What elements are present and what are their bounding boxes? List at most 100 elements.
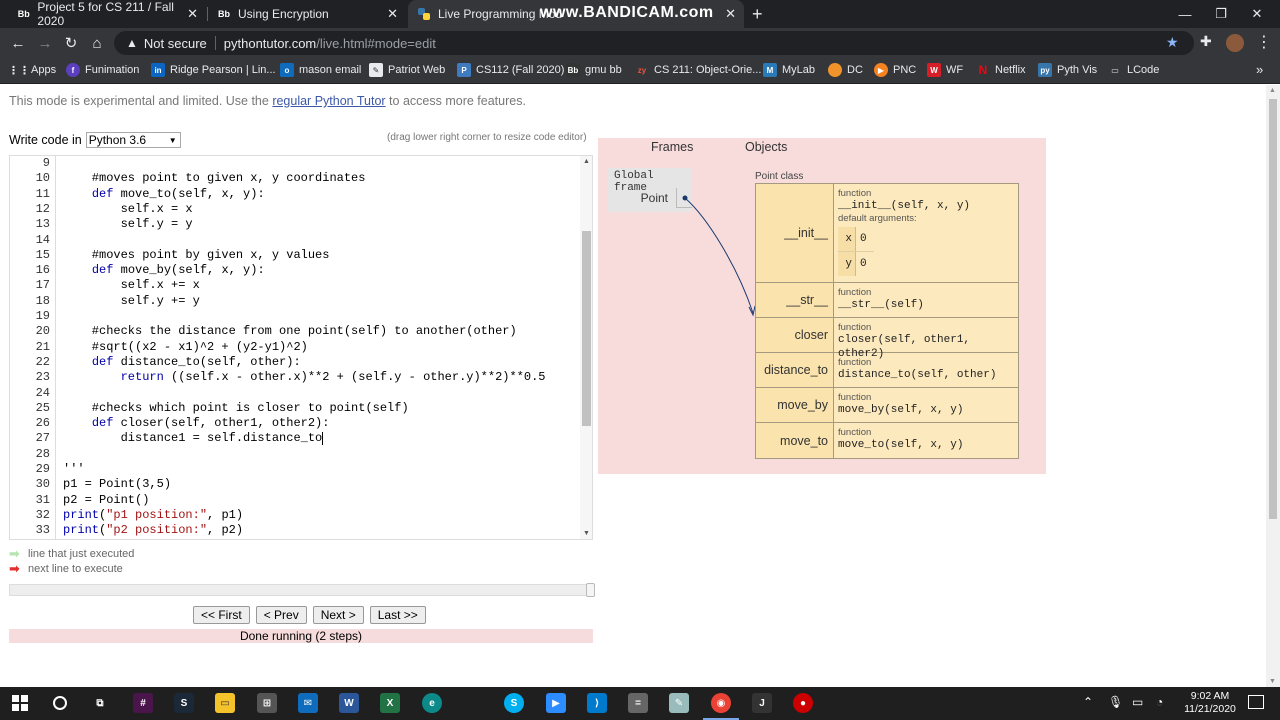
bookmarks-overflow-icon[interactable]: » (1256, 62, 1263, 77)
close-tab-icon[interactable]: ✕ (387, 6, 398, 22)
bookmark-netflix[interactable]: N Netflix (976, 63, 1026, 77)
line-number: 25 (35, 400, 50, 415)
bookmark-star-icon[interactable]: ★ (1166, 34, 1179, 51)
bookmark-cs112[interactable]: P CS112 (Fall 2020) (457, 63, 564, 77)
notification-center-icon[interactable] (1248, 695, 1264, 709)
code-line: 27 distance1 = self.distance_to (10, 431, 580, 446)
vscode-icon[interactable]: ⟩ (587, 693, 607, 713)
line-number: 22 (35, 354, 50, 369)
skype-icon[interactable]: S (504, 693, 524, 713)
profile-avatar[interactable] (1226, 34, 1244, 52)
steam-icon[interactable]: S (174, 693, 194, 713)
battery-icon[interactable]: ▭ (1132, 695, 1143, 709)
blackboard-icon: Bb (17, 9, 30, 19)
bookmark-dc[interactable]: DC (828, 63, 863, 77)
editor-scroll-thumb[interactable] (582, 231, 591, 426)
warning-triangle-icon[interactable]: ▲ (126, 36, 138, 50)
address-bar[interactable]: ▲ Not secure pythontutor.com/live.html#m… (114, 31, 1194, 55)
legend-executed: ➡ line that just executed (9, 546, 135, 561)
search-circle-icon[interactable] (50, 693, 70, 713)
first-button[interactable]: << First (193, 606, 250, 624)
bookmark-lcode[interactable]: ▭ LCode (1108, 63, 1159, 77)
close-window-icon[interactable]: ✕ (1234, 0, 1280, 28)
bookmark-cs211[interactable]: zy CS 211: Object-Orie... (635, 63, 762, 77)
close-tab-icon[interactable]: ✕ (725, 6, 736, 22)
line-number: 27 (35, 431, 50, 446)
bookmark-pyth-vis[interactable]: py Pyth Vis (1038, 63, 1097, 77)
code-line: 14 (10, 233, 580, 248)
slider-handle[interactable] (586, 583, 595, 597)
linkedin-icon: in (151, 63, 165, 77)
zoom-icon[interactable]: ▶ (546, 693, 566, 713)
bookmark-apps[interactable]: ⋮⋮ Apps (8, 63, 56, 77)
bookmark-patriot-web[interactable]: ✎ Patriot Web (369, 63, 445, 77)
line-number: 16 (35, 263, 50, 278)
execution-slider[interactable] (9, 583, 595, 597)
python-icon (416, 6, 432, 22)
code-line: 17 self.x += x (10, 278, 580, 293)
file-explorer-icon[interactable]: ▭ (215, 693, 235, 713)
bandicam-record-icon[interactable]: ● (793, 693, 813, 713)
line-number: 28 (35, 446, 50, 461)
page-scroll-thumb[interactable] (1269, 99, 1277, 519)
next-button[interactable]: Next > (312, 606, 364, 624)
scroll-down-arrow-icon[interactable]: ▼ (1269, 678, 1276, 685)
menu-kebab-icon[interactable]: ⋮ (1256, 32, 1272, 52)
last-button[interactable]: Last >> (369, 606, 426, 624)
piazza-icon: P (457, 63, 471, 77)
mail-icon[interactable]: ✉ (298, 693, 318, 713)
editor-scrollbar[interactable]: ▲ ▼ (580, 156, 592, 539)
line-text: p2 = Point() (63, 492, 150, 507)
bookmark-funimation[interactable]: f Funimation (66, 63, 139, 77)
scroll-up-arrow-icon[interactable]: ▲ (583, 158, 590, 165)
jgrasp-icon[interactable]: J (752, 693, 772, 713)
microphone-icon[interactable]: 🎙 (1108, 695, 1123, 709)
code-line: 16 def move_by(self, x, y): (10, 263, 580, 278)
store-icon[interactable]: ⊞ (257, 693, 277, 713)
tray-chevron-icon[interactable]: ⌃ (1083, 695, 1093, 709)
close-tab-icon[interactable]: ✕ (187, 6, 198, 22)
word-icon[interactable]: W (339, 693, 359, 713)
chevron-down-icon: ▼ (168, 135, 177, 145)
system-clock[interactable]: 9:02 AM 11/21/2020 (1180, 690, 1240, 716)
slack-icon[interactable]: # (133, 693, 153, 713)
windows-start-icon[interactable] (10, 693, 30, 713)
chrome-icon[interactable]: ◉ (711, 693, 731, 713)
code-line: 31 p2 = Point() (10, 493, 580, 508)
edge-icon[interactable]: e (422, 693, 442, 713)
prev-button[interactable]: < Prev (255, 606, 307, 624)
calculator-icon[interactable]: = (628, 693, 648, 713)
wifi-icon[interactable]: ◔ (1156, 695, 1163, 709)
bookmark-pnc[interactable]: ▶ PNC (874, 63, 916, 77)
reload-icon[interactable]: ↻ (60, 32, 82, 54)
home-icon[interactable]: ⌂ (86, 32, 108, 54)
code-editor[interactable]: 9 10 #moves point to given x, y coordinat… (9, 155, 593, 540)
forward-arrow-icon[interactable]: → (34, 32, 56, 54)
line-number: 29 (35, 462, 50, 476)
bookmark-mylab[interactable]: M MyLab (763, 63, 815, 77)
line-number: 23 (35, 370, 50, 385)
scroll-down-arrow-icon[interactable]: ▼ (583, 530, 590, 537)
line-text: def distance_to(self, other): (91, 354, 301, 369)
new-tab-icon[interactable]: + (752, 4, 763, 25)
language-select[interactable]: Python 3.6 ▼ (85, 132, 181, 148)
bookmark-gmu-bb[interactable]: Bb gmu bb (566, 63, 622, 77)
back-arrow-icon[interactable]: ← (7, 32, 29, 54)
tab-using-encryption[interactable]: Bb Using Encryption ✕ (208, 0, 406, 28)
tab-project5[interactable]: Bb Project 5 for CS 211 / Fall 2020 ✕ (8, 0, 206, 28)
bookmark-ridge-pearson[interactable]: in Ridge Pearson | Lin... (151, 63, 276, 77)
scroll-up-arrow-icon[interactable]: ▲ (1269, 87, 1276, 94)
leetcode-icon: ▭ (1111, 65, 1119, 75)
notepad-icon[interactable]: ✎ (669, 693, 689, 713)
bandicam-watermark: www.BANDICAM.com (540, 4, 714, 21)
line-number: 21 (35, 339, 50, 354)
bookmark-wf[interactable]: W WF (927, 63, 963, 77)
extensions-puzzle-icon[interactable]: ✚ (1200, 33, 1212, 50)
code-line: 23 return ((self.x - other.x)**2 + (self… (10, 370, 580, 385)
bookmark-mason-email[interactable]: o mason email (280, 63, 361, 77)
page-scrollbar[interactable]: ▲ ▼ (1266, 85, 1280, 687)
regular-python-tutor-link[interactable]: regular Python Tutor (272, 94, 385, 108)
task-view-icon[interactable]: ⧉ (90, 693, 110, 713)
red-arrow-icon: ➡ (9, 561, 20, 576)
excel-icon[interactable]: X (380, 693, 400, 713)
